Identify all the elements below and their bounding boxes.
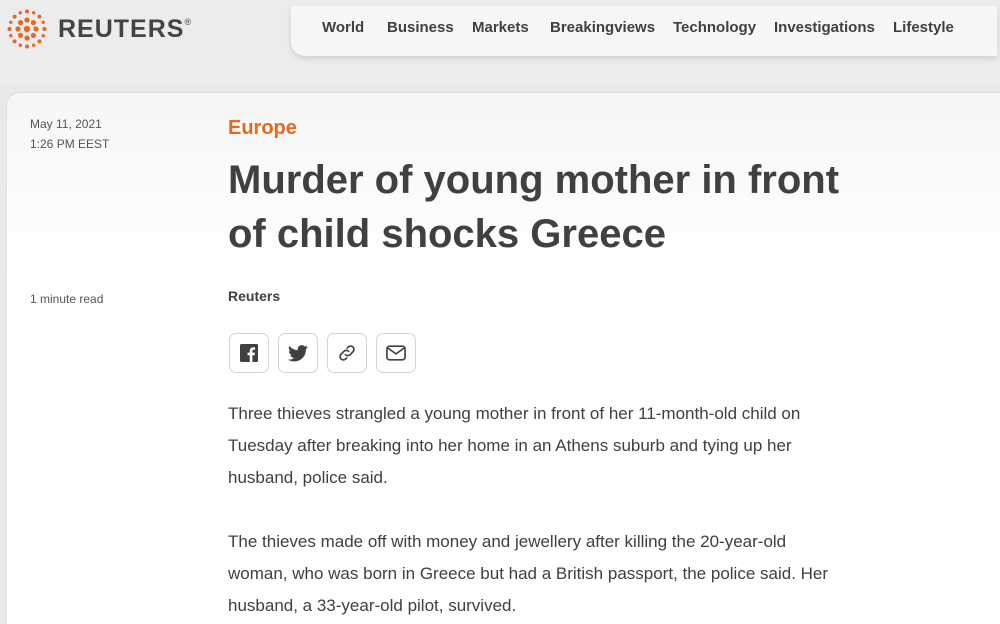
nav-item-lifestyle[interactable]: Lifestyle [893,19,954,36]
copy-link-button[interactable] [327,333,367,373]
publish-time: 1:26 PM EEST [30,137,110,151]
reuters-logo-icon [7,9,47,49]
nav-item-world[interactable]: World [322,19,364,36]
facebook-icon [240,344,258,362]
headline-line-2: of child shocks Greece [228,212,666,256]
headline-line-1: Murder of young mother in front [228,158,840,202]
registered-mark: ® [184,16,193,27]
nav-item-markets[interactable]: Markets [472,19,529,36]
email-icon [386,345,406,361]
paragraph-2-line-1: The thieves made off with money and jewe… [228,532,787,551]
share-facebook-button[interactable] [229,333,269,373]
section-link[interactable]: Europe [228,117,297,140]
main-nav: World Business Markets Breakingviews Tec… [291,6,997,56]
link-icon [339,345,355,361]
paragraph-1-line-3: husband, police said. [228,468,388,487]
article-paragraph-2: The thieves made off with money and jewe… [228,526,908,622]
share-bar [229,333,416,373]
byline[interactable]: Reuters [228,288,280,304]
page-title: Murder of young mother in front of child… [228,153,928,261]
paragraph-2-line-2: woman, who was born in Greece but had a … [228,564,829,583]
share-twitter-button[interactable] [278,333,318,373]
article-paragraph-1: Three thieves strangled a young mother i… [228,398,908,494]
paragraph-1-line-1: Three thieves strangled a young mother i… [228,404,801,423]
nav-item-business[interactable]: Business [387,19,454,36]
read-time: 1 minute read [30,292,104,306]
paragraph-1-line-2: Tuesday after breaking into her home in … [228,436,792,455]
top-bar: REUTERS® World Business Markets Breaking… [0,0,1000,84]
nav-item-investigations[interactable]: Investigations [774,19,875,36]
brand-name: REUTERS® [58,14,193,43]
share-email-button[interactable] [376,333,416,373]
paragraph-2-line-3: husband, a 33-year-old pilot, survived. [228,596,517,615]
nav-item-technology[interactable]: Technology [673,19,756,36]
publish-date: May 11, 2021 [30,117,102,131]
nav-item-breakingviews[interactable]: Breakingviews [550,19,655,36]
reuters-logo[interactable]: REUTERS® [4,6,192,52]
twitter-icon [288,344,308,361]
